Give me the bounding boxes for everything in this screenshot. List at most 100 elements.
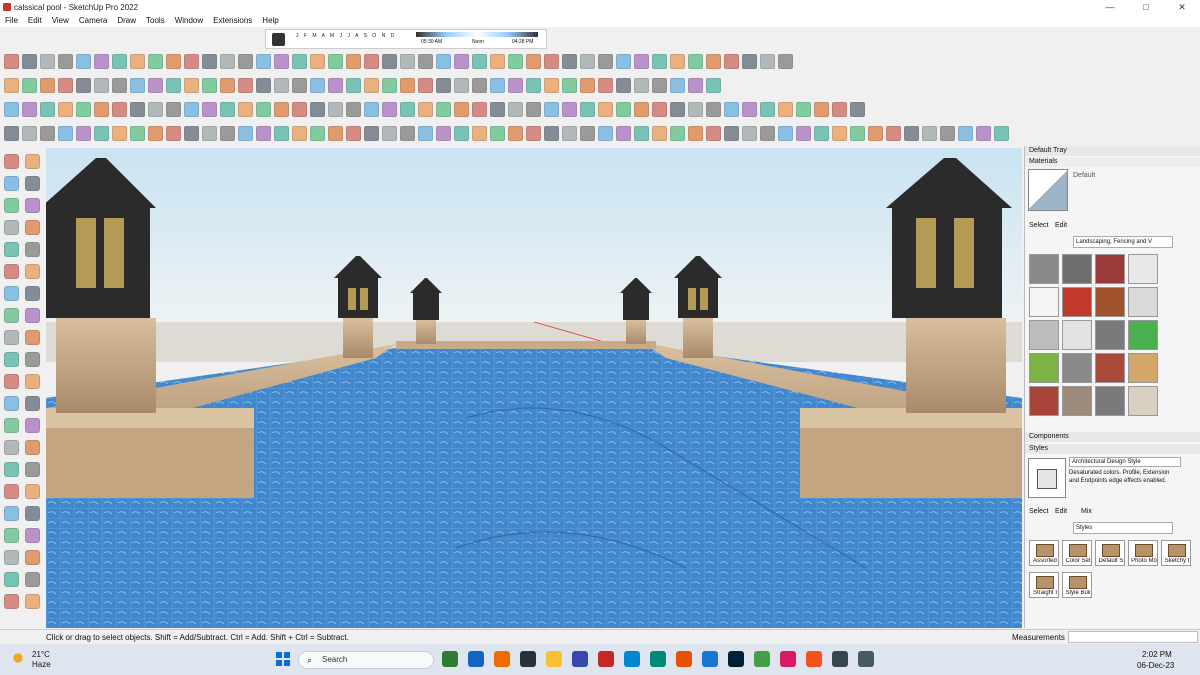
toolbar-tool-icon[interactable] — [418, 54, 433, 69]
toolbar-tool-icon[interactable] — [490, 54, 505, 69]
taskbar-app-icon[interactable] — [780, 651, 796, 667]
large-tool-icon[interactable] — [25, 440, 40, 455]
toolbar-tool-icon[interactable] — [544, 54, 559, 69]
toolbar-tool-icon[interactable] — [220, 54, 235, 69]
toolbar-tool-icon[interactable] — [310, 126, 325, 141]
materials-tab-edit[interactable]: Edit — [1055, 222, 1067, 229]
toolbar-tool-icon[interactable] — [112, 126, 127, 141]
toolbar-tool-icon[interactable] — [904, 126, 919, 141]
toolbar-tool-icon[interactable] — [742, 102, 757, 117]
large-tool-icon[interactable] — [4, 330, 19, 345]
toolbar-tool-icon[interactable] — [346, 102, 361, 117]
toolbar-tool-icon[interactable] — [850, 102, 865, 117]
toolbar-tool-icon[interactable] — [760, 126, 775, 141]
large-tool-icon[interactable] — [25, 286, 40, 301]
style-color-set[interactable]: Color Set — [1062, 540, 1092, 566]
toolbar-tool-icon[interactable] — [292, 126, 307, 141]
toolbar-tool-icon[interactable] — [508, 54, 523, 69]
toolbar-tool-icon[interactable] — [418, 126, 433, 141]
material-swatch[interactable] — [1029, 353, 1059, 383]
toolbar-tool-icon[interactable] — [724, 54, 739, 69]
toolbar-tool-icon[interactable] — [706, 78, 721, 93]
toolbar-tool-icon[interactable] — [40, 102, 55, 117]
toolbar-tool-icon[interactable] — [328, 102, 343, 117]
large-tool-icon[interactable] — [4, 440, 19, 455]
toolbar-tool-icon[interactable] — [148, 78, 163, 93]
toolbar-tool-icon[interactable] — [454, 54, 469, 69]
toolbar-tool-icon[interactable] — [76, 102, 91, 117]
toolbar-tool-icon[interactable] — [544, 78, 559, 93]
toolbar-tool-icon[interactable] — [976, 126, 991, 141]
toolbar-tool-icon[interactable] — [436, 126, 451, 141]
toolbar-tool-icon[interactable] — [364, 126, 379, 141]
toolbar-tool-icon[interactable] — [760, 54, 775, 69]
toolbar-tool-icon[interactable] — [130, 102, 145, 117]
toolbar-tool-icon[interactable] — [346, 126, 361, 141]
toolbar-tool-icon[interactable] — [724, 102, 739, 117]
material-swatch[interactable] — [1029, 254, 1059, 284]
toolbar-tool-icon[interactable] — [58, 54, 73, 69]
toolbar-tool-icon[interactable] — [202, 78, 217, 93]
menu-tools[interactable]: Tools — [141, 16, 170, 25]
toolbar-tool-icon[interactable] — [616, 78, 631, 93]
taskbar-app-icon[interactable] — [728, 651, 744, 667]
toolbar-tool-icon[interactable] — [58, 78, 73, 93]
menu-view[interactable]: View — [47, 16, 74, 25]
taskbar-app-icon[interactable] — [832, 651, 848, 667]
toolbar-tool-icon[interactable] — [130, 54, 145, 69]
large-tool-icon[interactable] — [4, 594, 19, 609]
toolbar-tool-icon[interactable] — [526, 102, 541, 117]
weather-condition[interactable]: Haze — [32, 660, 51, 669]
toolbar-tool-icon[interactable] — [832, 126, 847, 141]
toolbar-tool-icon[interactable] — [148, 102, 163, 117]
toolbar-tool-icon[interactable] — [940, 126, 955, 141]
toolbar-tool-icon[interactable] — [580, 126, 595, 141]
large-tool-icon[interactable] — [25, 352, 40, 367]
large-tool-icon[interactable] — [4, 308, 19, 323]
toolbar-tool-icon[interactable] — [760, 102, 775, 117]
toolbar-tool-icon[interactable] — [598, 78, 613, 93]
material-swatch[interactable] — [1128, 320, 1158, 350]
large-tool-icon[interactable] — [25, 330, 40, 345]
toolbar-tool-icon[interactable] — [76, 54, 91, 69]
materials-tab-select[interactable]: Select — [1029, 222, 1048, 229]
style-name-field[interactable]: Architectural Design Style — [1069, 457, 1181, 467]
toolbar-tool-icon[interactable] — [130, 78, 145, 93]
menu-camera[interactable]: Camera — [74, 16, 112, 25]
toolbar-tool-icon[interactable] — [256, 102, 271, 117]
toolbar-tool-icon[interactable] — [4, 126, 19, 141]
toolbar-tool-icon[interactable] — [634, 78, 649, 93]
menu-edit[interactable]: Edit — [23, 16, 47, 25]
toolbar-tool-icon[interactable] — [22, 54, 37, 69]
toolbar-tool-icon[interactable] — [616, 54, 631, 69]
start-button-icon[interactable] — [275, 651, 291, 667]
large-tool-icon[interactable] — [4, 352, 19, 367]
toolbar-tool-icon[interactable] — [328, 126, 343, 141]
style-default[interactable]: Default S — [1095, 540, 1125, 566]
toolbar-tool-icon[interactable] — [76, 126, 91, 141]
toolbar-tool-icon[interactable] — [778, 54, 793, 69]
large-tool-icon[interactable] — [4, 506, 19, 521]
large-tool-icon[interactable] — [4, 418, 19, 433]
large-tool-icon[interactable] — [25, 176, 40, 191]
toolbar-tool-icon[interactable] — [238, 126, 253, 141]
toolbar-tool-icon[interactable] — [40, 126, 55, 141]
large-tool-icon[interactable] — [4, 220, 19, 235]
taskbar-app-icon[interactable] — [572, 651, 588, 667]
toolbar-tool-icon[interactable] — [112, 78, 127, 93]
toolbar-tool-icon[interactable] — [166, 102, 181, 117]
maximize-button[interactable]: □ — [1128, 0, 1164, 14]
taskbar-app-icon[interactable] — [494, 651, 510, 667]
toolbar-tool-icon[interactable] — [364, 54, 379, 69]
toolbar-tool-icon[interactable] — [238, 102, 253, 117]
toolbar-tool-icon[interactable] — [40, 54, 55, 69]
toolbar-tool-icon[interactable] — [688, 78, 703, 93]
toolbar-tool-icon[interactable] — [292, 78, 307, 93]
large-tool-icon[interactable] — [25, 462, 40, 477]
toolbar-tool-icon[interactable] — [328, 54, 343, 69]
toolbar-tool-icon[interactable] — [22, 78, 37, 93]
large-tool-icon[interactable] — [4, 550, 19, 565]
large-tool-icon[interactable] — [25, 220, 40, 235]
toolbar-tool-icon[interactable] — [652, 102, 667, 117]
toolbar-tool-icon[interactable] — [94, 54, 109, 69]
